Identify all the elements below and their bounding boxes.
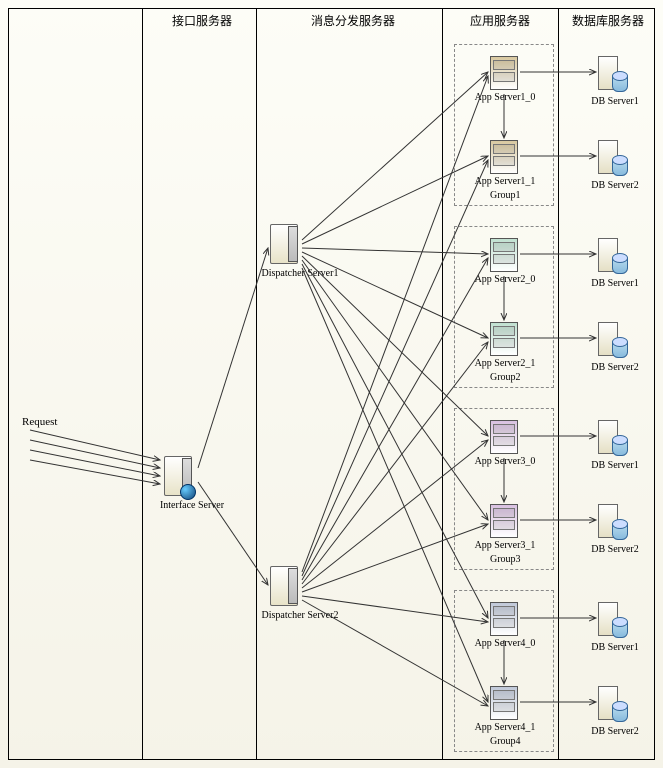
app-server1-1-label: App Server1_1 (458, 176, 552, 187)
app-server2-1-label: App Server2_1 (458, 358, 552, 369)
group1-label: Group1 (490, 190, 521, 201)
db1-g1-label: DB Server1 (576, 96, 654, 107)
app-server3-1-label: App Server3_1 (458, 540, 552, 551)
db1-g3-icon (598, 420, 628, 458)
app-server4-1-label: App Server4_1 (458, 722, 552, 733)
app-server1-0-label: App Server1_0 (458, 92, 552, 103)
app-server2-0-icon (490, 238, 518, 272)
app-server2-0-label: App Server2_0 (458, 274, 552, 285)
interface-server-icon (162, 450, 196, 498)
app-server3-0-icon (490, 420, 518, 454)
db2-g3-icon (598, 504, 628, 542)
app-server1-0-icon (490, 56, 518, 90)
dispatcher1-label: Dispatcher Server1 (240, 268, 360, 279)
db2-g2-label: DB Server2 (576, 362, 654, 373)
db2-g2-icon (598, 322, 628, 360)
db2-g1-label: DB Server2 (576, 180, 654, 191)
lane-header-dispatcher: 消息分发服务器 (268, 12, 438, 29)
app-server3-0-label: App Server3_0 (458, 456, 552, 467)
app-server3-1-icon (490, 504, 518, 538)
lane-divider (142, 9, 143, 759)
app-server4-1-icon (490, 686, 518, 720)
app-server4-0-icon (490, 602, 518, 636)
lane-header-db: 数据库服务器 (568, 12, 648, 29)
app-server4-0-label: App Server4_0 (458, 638, 552, 649)
db1-g3-label: DB Server1 (576, 460, 654, 471)
lane-header-interface: 接口服务器 (152, 12, 252, 29)
interface-server-label: Interface Server (142, 500, 242, 511)
request-label: Request (22, 416, 57, 428)
lane-divider (442, 9, 443, 759)
db1-g4-label: DB Server1 (576, 642, 654, 653)
app-server1-1-icon (490, 140, 518, 174)
lane-divider (256, 9, 257, 759)
dispatcher2-label: Dispatcher Server2 (240, 610, 360, 621)
db1-g1-icon (598, 56, 628, 94)
group2-label: Group2 (490, 372, 521, 383)
app-server2-1-icon (490, 322, 518, 356)
db2-g3-label: DB Server2 (576, 544, 654, 555)
db1-g2-label: DB Server1 (576, 278, 654, 289)
db2-g1-icon (598, 140, 628, 178)
dispatcher2-icon (268, 560, 302, 608)
db1-g4-icon (598, 602, 628, 640)
db2-g4-icon (598, 686, 628, 724)
dispatcher1-icon (268, 218, 302, 266)
db1-g2-icon (598, 238, 628, 276)
lane-header-app: 应用服务器 (450, 12, 550, 29)
lane-divider (558, 9, 559, 759)
group3-label: Group3 (490, 554, 521, 565)
group4-label: Group4 (490, 736, 521, 747)
db2-g4-label: DB Server2 (576, 726, 654, 737)
